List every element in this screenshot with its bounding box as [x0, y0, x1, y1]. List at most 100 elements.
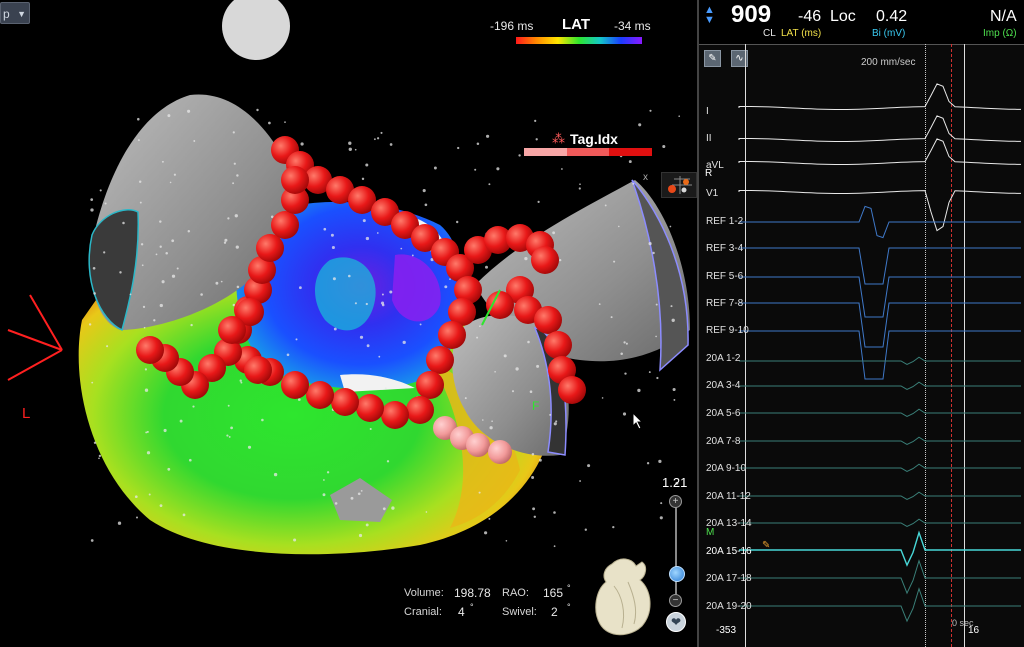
lat-min-label: -196 ms: [490, 19, 534, 33]
sample-point: [331, 245, 335, 250]
ablation-tag-light: [488, 440, 512, 464]
sample-point: [617, 225, 620, 228]
zoom-in-button[interactable]: +: [669, 495, 682, 508]
reset-view-button[interactable]: ❤: [666, 612, 686, 632]
sample-point: [146, 451, 151, 455]
sample-point: [376, 137, 380, 140]
map-view-stats: Volume: 198.78 RAO: 165 ° Cranial: 4 ° S…: [404, 583, 604, 627]
sample-point: [90, 198, 94, 201]
sample-point: [226, 434, 229, 437]
channel-label[interactable]: II: [706, 133, 712, 144]
sample-point: [496, 167, 500, 171]
sample-point: [297, 398, 301, 401]
zoom-slider-track[interactable]: [675, 502, 677, 598]
sample-point: [625, 342, 628, 345]
channel-trace: [739, 205, 1021, 239]
sample-point: [481, 419, 484, 421]
sample-point: [476, 336, 479, 339]
sample-point: [578, 187, 581, 190]
channel-label[interactable]: 20A 11-12: [706, 491, 751, 502]
channel-label[interactable]: 20A 3-4: [706, 380, 740, 391]
ablation-tag: [218, 316, 246, 344]
sample-point: [119, 271, 122, 274]
channel-label[interactable]: 20A 7-8: [706, 436, 740, 447]
sample-point: [163, 428, 167, 433]
sample-point: [227, 404, 230, 407]
ablation-tag: [544, 331, 572, 359]
sample-point: [488, 517, 491, 520]
sample-point: [652, 251, 655, 255]
sample-point: [148, 493, 151, 496]
channel-trace: [739, 463, 1021, 472]
sample-point: [660, 502, 663, 505]
sample-point: [489, 426, 493, 430]
view-dropdown[interactable]: p ▼: [0, 2, 30, 24]
sample-point: [485, 265, 488, 269]
channel-label[interactable]: REF 1-2: [706, 216, 743, 227]
sample-point: [236, 174, 239, 177]
tag-display-toggle[interactable]: [661, 172, 697, 198]
sample-point: [365, 163, 369, 167]
sample-point: [658, 459, 662, 464]
sample-point: [476, 142, 480, 145]
zoom-slider-handle[interactable]: [669, 566, 685, 582]
sample-point: [354, 302, 357, 305]
sample-point: [299, 286, 302, 290]
sample-point: [670, 305, 673, 308]
channel-label[interactable]: REF 3-4: [706, 243, 743, 254]
map-viewport[interactable]: F p ▼ -196 ms LAT -34 ms ⁂ Tag.Idx x L 1…: [0, 0, 697, 647]
sample-point: [190, 323, 193, 327]
channel-label[interactable]: REF 5-6: [706, 271, 743, 282]
sample-point: [179, 419, 183, 423]
orientation-label: L: [22, 405, 31, 422]
sample-point: [228, 435, 231, 438]
sample-point: [141, 264, 144, 267]
sample-point: [538, 458, 542, 462]
close-icon[interactable]: x: [643, 172, 648, 183]
channel-label[interactable]: REF 7-8: [706, 298, 743, 309]
zoom-out-button[interactable]: −: [669, 594, 682, 607]
sample-point: [193, 140, 196, 142]
time-offset-left: -353: [716, 625, 737, 636]
sample-point: [232, 182, 235, 185]
channel-label[interactable]: I: [706, 106, 709, 117]
sample-point: [511, 390, 515, 393]
channel-label[interactable]: 20A 1-2: [706, 353, 740, 364]
sample-point: [192, 405, 195, 408]
channel-label[interactable]: 20A 9-10: [706, 463, 746, 474]
marker-r-label: R: [705, 168, 713, 179]
channel-trace: [739, 381, 1021, 390]
sample-point: [233, 162, 236, 165]
sample-point: [484, 531, 488, 535]
channel-label[interactable]: 20A 5-6: [706, 408, 740, 419]
sample-point: [323, 227, 327, 231]
channel-label[interactable]: 20A 17-18: [706, 573, 752, 584]
sample-point: [261, 418, 264, 422]
channel-label[interactable]: 20A 15-16: [706, 546, 752, 557]
time-offset-right: 16: [968, 625, 980, 636]
sample-point: [332, 277, 336, 281]
sample-point: [553, 545, 556, 548]
sample-point: [167, 114, 171, 118]
channel-label[interactable]: REF 9-10: [706, 325, 749, 336]
channel-label[interactable]: V1: [706, 188, 718, 199]
sample-point: [656, 376, 659, 380]
sample-point: [424, 203, 428, 207]
sample-point: [503, 354, 507, 358]
sample-point: [348, 147, 352, 151]
sample-point: [171, 239, 175, 243]
sample-point: [386, 460, 390, 463]
sample-point: [234, 214, 238, 218]
mouse-cursor-icon: [632, 412, 644, 430]
sample-point: [143, 326, 146, 329]
sample-point: [624, 372, 627, 375]
anatomy-map[interactable]: F: [0, 0, 697, 647]
sample-point: [474, 168, 477, 171]
heart-orientation-icon[interactable]: [592, 556, 656, 640]
ablation-tag: [281, 166, 309, 194]
sample-point: [422, 189, 426, 193]
sample-point: [122, 221, 125, 225]
sample-point: [92, 266, 96, 270]
electrogram-panel[interactable]: ▲ ▼ 909 CL -46 Loc LAT (ms) 0.42 Bi (mV) …: [697, 0, 1024, 647]
channel-label[interactable]: 20A 19-20: [706, 601, 752, 612]
